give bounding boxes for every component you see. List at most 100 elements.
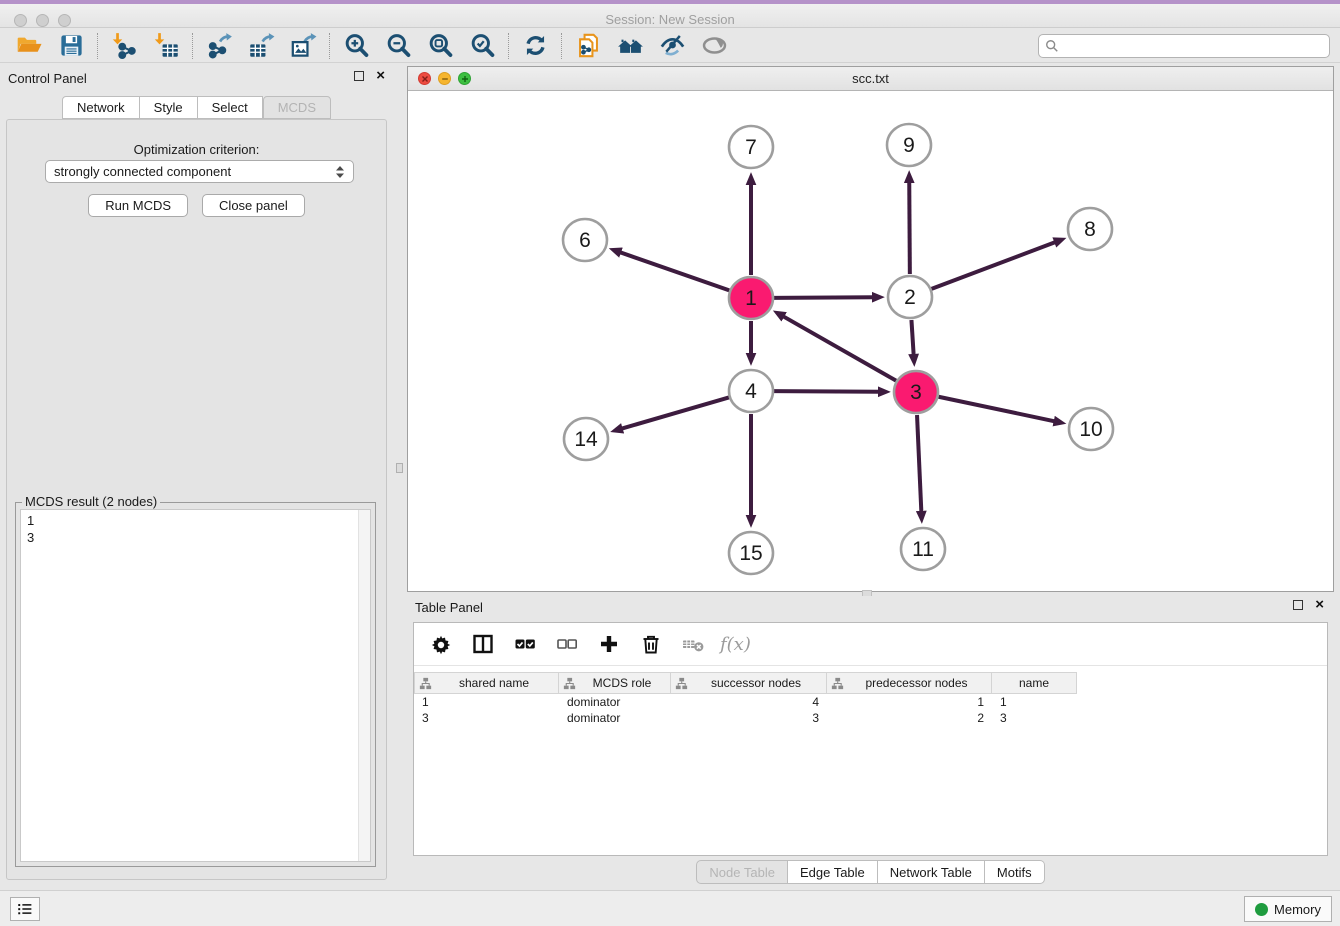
delete-column-button[interactable]	[632, 629, 669, 659]
select-stepper-icon	[335, 165, 345, 179]
result-scrollbar[interactable]	[358, 510, 370, 861]
hide-selected-button[interactable]	[651, 31, 693, 61]
graph-edge-2-9[interactable]	[909, 181, 910, 274]
network-canvas-svg[interactable]: 7 9 6 8 1 2 4 3 14 10 15 11	[408, 91, 1333, 591]
tab-select[interactable]: Select	[198, 96, 263, 119]
column-header-MCDS-role[interactable]: MCDS role	[559, 672, 671, 694]
select-all-button[interactable]	[506, 629, 543, 659]
trash-icon	[639, 632, 663, 656]
column-header-shared-name[interactable]: shared name	[414, 672, 559, 694]
export-network-button[interactable]	[198, 31, 240, 61]
tab-motifs[interactable]: Motifs	[985, 860, 1045, 884]
float-panel-icon[interactable]	[354, 71, 364, 81]
tab-network-table[interactable]: Network Table	[878, 860, 985, 884]
zoom-selected-button[interactable]	[461, 31, 503, 61]
table-cell[interactable]: 2	[827, 710, 992, 726]
graph-node-4[interactable]: 4	[729, 370, 773, 412]
import-table-button[interactable]	[145, 31, 187, 61]
export-table-button[interactable]	[240, 31, 282, 61]
show-column-button[interactable]	[464, 629, 501, 659]
tab-style[interactable]: Style	[140, 96, 198, 119]
graph-edge-3-1[interactable]	[782, 316, 896, 381]
table-cell[interactable]: 3	[992, 710, 1077, 726]
graph-edge-4-14[interactable]	[621, 397, 729, 429]
zoom-in-button[interactable]	[335, 31, 377, 61]
split-handle-vertical[interactable]	[396, 463, 403, 473]
column-header-predecessor-nodes[interactable]: predecessor nodes	[827, 672, 992, 694]
table-settings-button[interactable]	[422, 629, 459, 659]
graph-node-14[interactable]: 14	[564, 418, 608, 460]
first-neighbors-button[interactable]	[609, 31, 651, 61]
graph-edge-1-6[interactable]	[619, 252, 729, 291]
graph-edge-2-3[interactable]	[911, 320, 913, 356]
table-cell[interactable]: dominator	[559, 694, 671, 710]
task-history-button[interactable]	[10, 897, 40, 921]
search-field[interactable]	[1038, 34, 1330, 58]
graph-edge-2-8[interactable]	[932, 242, 1057, 289]
svg-text:7: 7	[745, 136, 757, 159]
memory-status-icon	[1255, 903, 1268, 916]
graph-node-2[interactable]: 2	[888, 276, 932, 318]
table-cell[interactable]: 1	[827, 694, 992, 710]
search-input[interactable]	[1059, 37, 1329, 55]
table-cell[interactable]: 1	[414, 694, 559, 710]
table-row[interactable]: 1dominator411	[414, 694, 1077, 710]
column-header-name[interactable]: name	[992, 672, 1077, 694]
save-icon	[58, 32, 85, 59]
save-session-button[interactable]	[50, 31, 92, 61]
function-builder-button[interactable]: f(x)	[716, 634, 751, 655]
graph-node-7[interactable]: 7	[729, 126, 773, 168]
delete-table-button[interactable]	[674, 629, 711, 659]
mcds-result-area[interactable]: 1 3	[20, 509, 371, 862]
close-table-panel-icon[interactable]: ×	[1315, 600, 1324, 610]
graph-node-6[interactable]: 6	[563, 219, 607, 261]
show-all-button[interactable]	[693, 31, 735, 61]
table-row[interactable]: 3dominator323	[414, 710, 1077, 726]
columns-icon	[471, 632, 495, 656]
tab-edge-table[interactable]: Edge Table	[788, 860, 878, 884]
graph-edge-3-10[interactable]	[939, 397, 1056, 422]
network-window-titlebar[interactable]: scc.txt	[408, 67, 1333, 91]
run-mcds-button[interactable]: Run MCDS	[88, 194, 188, 217]
open-session-button[interactable]	[8, 31, 50, 61]
table-panel: Table Panel ×	[407, 596, 1334, 888]
toolbar-separator	[329, 33, 330, 59]
table-cell[interactable]: dominator	[559, 710, 671, 726]
table-cell[interactable]: 3	[671, 710, 827, 726]
graph-node-3[interactable]: 3	[894, 371, 938, 413]
column-header-successor-nodes[interactable]: successor nodes	[671, 672, 827, 694]
graph-node-8[interactable]: 8	[1068, 208, 1112, 250]
zoom-fit-button[interactable]	[419, 31, 461, 61]
tab-mcds[interactable]: MCDS	[263, 96, 331, 119]
table-cell[interactable]: 1	[992, 694, 1077, 710]
duplicate-network-button[interactable]	[567, 31, 609, 61]
export-network-icon	[206, 32, 233, 59]
zoom-out-button[interactable]	[377, 31, 419, 61]
graph-edge-4-3[interactable]	[774, 391, 880, 392]
float-table-panel-icon[interactable]	[1293, 600, 1303, 610]
export-image-button[interactable]	[282, 31, 324, 61]
table-cell[interactable]: 3	[414, 710, 559, 726]
column-header-label: predecessor nodes	[846, 676, 987, 690]
graph-edge-1-2[interactable]	[774, 297, 874, 298]
create-column-button[interactable]	[590, 629, 627, 659]
graph-node-9[interactable]: 9	[887, 124, 931, 166]
graph-node-15[interactable]: 15	[729, 532, 773, 574]
control-panel: Control Panel × Network Style Select MCD…	[0, 63, 393, 890]
import-network-button[interactable]	[103, 31, 145, 61]
tab-network[interactable]: Network	[62, 96, 140, 119]
graph-node-10[interactable]: 10	[1069, 408, 1113, 450]
graph-node-1[interactable]: 1	[729, 277, 773, 319]
tab-node-table[interactable]: Node Table	[696, 860, 788, 884]
memory-button[interactable]: Memory	[1244, 896, 1332, 922]
graph-edge-3-11[interactable]	[917, 415, 921, 513]
export-image-icon	[290, 32, 317, 59]
apply-layout-button[interactable]	[514, 31, 556, 61]
close-panel-button[interactable]: Close panel	[202, 194, 305, 217]
graph-node-11[interactable]: 11	[901, 528, 945, 570]
close-panel-icon[interactable]: ×	[376, 71, 385, 81]
table-cell[interactable]: 4	[671, 694, 827, 710]
mcds-panel-body: Optimization criterion: strongly connect…	[6, 119, 387, 880]
criterion-select[interactable]: strongly connected component	[45, 160, 354, 183]
deselect-all-button[interactable]	[548, 629, 585, 659]
